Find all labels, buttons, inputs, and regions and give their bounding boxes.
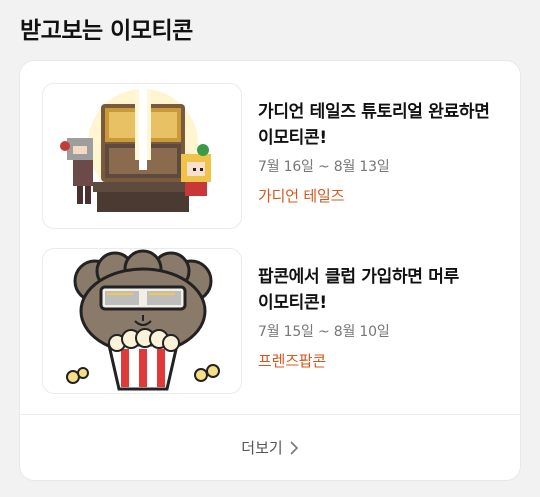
emoticon-info: 팝콘에서 클럽 가입하면 머루 이모티콘! 7월 15일 ~ 8월 10일 프렌… bbox=[258, 248, 506, 371]
emoticon-card: 가디언 테일즈 튜토리얼 완료하면 이모티콘! 7월 16일 ~ 8월 13일 … bbox=[20, 61, 520, 480]
more-label: 더보기 bbox=[241, 439, 283, 457]
guardian-tales-thumbnail bbox=[42, 83, 242, 229]
section-title: 받고보는 이모티콘 bbox=[20, 18, 193, 44]
more-button[interactable]: 더보기 bbox=[20, 415, 520, 480]
emoticon-brand: 가디언 테일즈 bbox=[258, 187, 345, 205]
emoticon-item-guardian-tales[interactable]: 가디언 테일즈 튜토리얼 완료하면 이모티콘! 7월 16일 ~ 8월 13일 … bbox=[42, 83, 502, 229]
emoticon-info: 가디언 테일즈 튜토리얼 완료하면 이모티콘! 7월 16일 ~ 8월 13일 … bbox=[258, 83, 506, 206]
emoticon-date: 7월 15일 ~ 8월 10일 bbox=[258, 324, 390, 340]
emoticon-item-friends-popcorn[interactable]: 팝콘에서 클럽 가입하면 머루 이모티콘! 7월 15일 ~ 8월 10일 프렌… bbox=[42, 248, 502, 394]
emoticon-brand: 프렌즈팝콘 bbox=[258, 352, 327, 370]
emoticon-title: 가디언 테일즈 튜토리얼 완료하면 이모티콘! bbox=[258, 102, 490, 148]
emoticon-date: 7월 16일 ~ 8월 13일 bbox=[258, 159, 390, 175]
emoticon-title: 팝콘에서 클럽 가입하면 머루 이모티콘! bbox=[258, 267, 459, 313]
chevron-right-icon bbox=[289, 440, 299, 455]
meru-popcorn-thumbnail bbox=[42, 248, 242, 394]
